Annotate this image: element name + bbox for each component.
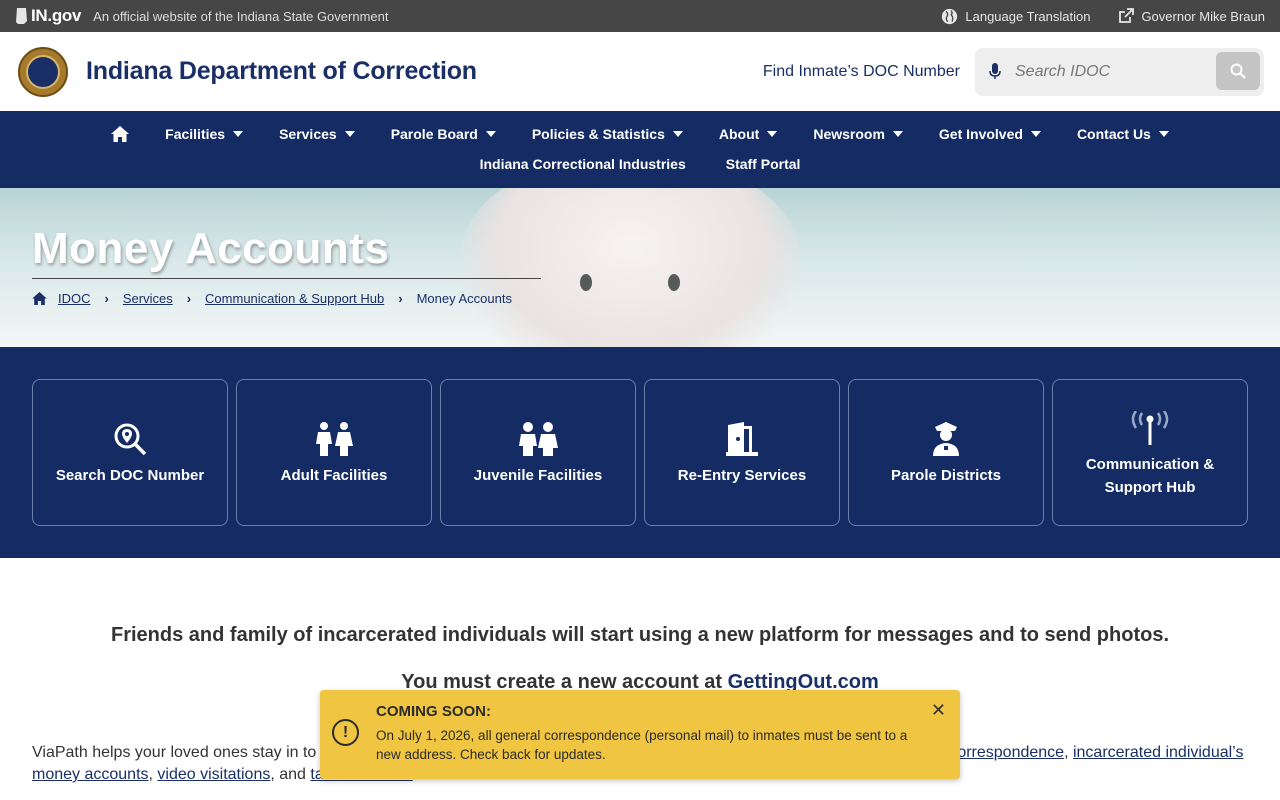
search-input[interactable] [1015, 62, 1195, 81]
nav-newsroom[interactable]: Newsroom [813, 126, 903, 142]
piggy-eye [580, 274, 592, 291]
breadcrumb-idoc[interactable]: IDOC [58, 291, 91, 306]
home-icon[interactable] [32, 292, 47, 305]
caret-down-icon [892, 131, 903, 137]
title-divider [32, 278, 541, 279]
chevron-right-icon: › [104, 291, 109, 306]
search-icon [1230, 63, 1246, 79]
ingov-logo[interactable]: IN.gov [15, 6, 81, 26]
caret-down-icon [344, 131, 355, 137]
correspondence-link[interactable]: correspondence [949, 744, 1064, 761]
nav-get-involved[interactable]: Get Involved [939, 126, 1041, 142]
caret-down-icon [672, 131, 683, 137]
department-seal-logo[interactable] [18, 46, 68, 97]
breadcrumb-communication-hub[interactable]: Communication & Support Hub [205, 291, 384, 306]
door-open-icon [726, 422, 758, 456]
broadcast-tower-icon [1131, 410, 1169, 445]
main-navigation: Facilities Services Parole Board Policie… [0, 111, 1280, 188]
officer-icon [933, 422, 959, 456]
chevron-right-icon: › [398, 291, 403, 306]
adults-icon [316, 422, 353, 456]
children-icon [519, 422, 558, 456]
indiana-state-icon [16, 8, 27, 24]
exclamation-circle-icon: ! [332, 719, 359, 746]
gov-topbar: IN.gov An official website of the Indian… [0, 0, 1280, 32]
globe-icon [942, 8, 958, 24]
caret-down-icon [485, 131, 496, 137]
card-re-entry-services[interactable]: Re-Entry Services [644, 379, 840, 526]
nav-facilities[interactable]: Facilities [165, 126, 244, 142]
card-juvenile-facilities[interactable]: Juvenile Facilities [440, 379, 636, 526]
home-icon [111, 126, 130, 142]
alert-title: COMING SOON: [376, 703, 491, 720]
site-header: Indiana Department of Correction Find In… [0, 32, 1280, 111]
alert-message: On July 1, 2026, all general corresponde… [376, 728, 908, 762]
nav-policies-statistics[interactable]: Policies & Statistics [532, 126, 683, 142]
breadcrumb: IDOC › Services › Communication & Suppor… [32, 291, 512, 306]
nav-home[interactable] [111, 126, 130, 142]
language-translation-link[interactable]: Language Translation [941, 8, 1090, 25]
nav-parole-board[interactable]: Parole Board [391, 126, 496, 142]
card-parole-districts[interactable]: Parole Districts [848, 379, 1044, 526]
governor-link[interactable]: Governor Mike Braun [1118, 8, 1265, 24]
piggy-eye [668, 274, 680, 291]
video-visitations-link[interactable]: video visitations [157, 766, 270, 783]
site-title[interactable]: Indiana Department of Correction [86, 57, 477, 86]
chevron-right-icon: › [186, 291, 192, 306]
piggy-bank-image [460, 188, 800, 347]
quick-links: Search DOC Number Adult Facilities Juven… [0, 347, 1280, 558]
close-icon[interactable]: ✕ [931, 700, 946, 721]
card-communication-support-hub[interactable]: Communication & Support Hub [1052, 379, 1248, 526]
external-link-icon [1119, 8, 1135, 23]
coming-soon-alert: ! COMING SOON: On July 1, 2026, all gene… [320, 690, 960, 779]
caret-down-icon [1158, 131, 1169, 137]
find-doc-number-link[interactable]: Find Inmate’s DOC Number [763, 63, 960, 81]
caret-down-icon [767, 131, 778, 137]
hero-banner: Money Accounts IDOC › Services › Communi… [0, 188, 1280, 347]
search-box [975, 47, 1264, 96]
nav-staff-portal[interactable]: Staff Portal [726, 156, 801, 172]
card-adult-facilities[interactable]: Adult Facilities [236, 379, 432, 526]
nav-correctional-industries[interactable]: Indiana Correctional Industries [480, 156, 686, 172]
search-button[interactable] [1216, 51, 1260, 90]
nav-services[interactable]: Services [279, 126, 355, 142]
caret-down-icon [1030, 131, 1041, 137]
nav-contact-us[interactable]: Contact Us [1077, 126, 1169, 142]
nav-about[interactable]: About [719, 126, 778, 142]
official-website-text: An official website of the Indiana State… [93, 8, 389, 24]
microphone-icon[interactable] [989, 63, 1001, 80]
page-title: Money Accounts [32, 224, 390, 273]
announcement-heading: Friends and family of incarcerated indiv… [111, 624, 1169, 646]
search-location-icon [114, 423, 147, 456]
caret-down-icon [233, 131, 244, 137]
card-search-doc-number[interactable]: Search DOC Number [32, 379, 228, 526]
breadcrumb-current: Money Accounts [416, 291, 512, 306]
breadcrumb-services[interactable]: Services [123, 291, 173, 306]
